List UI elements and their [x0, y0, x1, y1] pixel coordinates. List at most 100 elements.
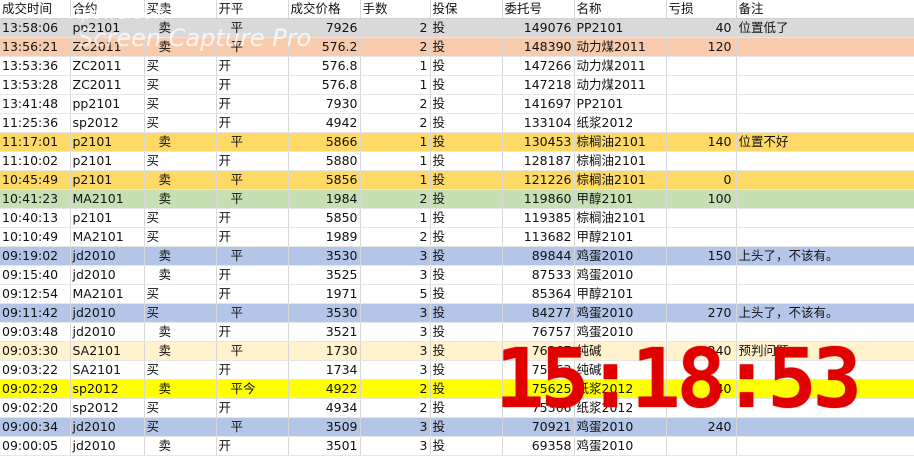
cell-price[interactable]: 5856: [288, 170, 361, 190]
cell-order-id[interactable]: 89844: [502, 246, 575, 266]
cell-price[interactable]: 7930: [288, 94, 361, 114]
table-row[interactable]: 09:11:42 jd2010 买平 3530 3 投 84277 鸡蛋2010 270 上头了，…: [0, 303, 914, 323]
cell-price[interactable]: 576.8: [288, 56, 361, 76]
cell-qty[interactable]: 3: [360, 303, 431, 323]
cell-name[interactable]: 纸浆2012: [574, 113, 667, 133]
cell-qty[interactable]: 2: [360, 379, 431, 399]
cell-name[interactable]: 纯碱: [574, 341, 667, 361]
cell-note[interactable]: [736, 151, 914, 171]
cell-name[interactable]: 甲醇2101: [574, 227, 667, 247]
cell-note[interactable]: 位置低了: [736, 18, 914, 38]
cell-hedge[interactable]: 投: [430, 37, 503, 57]
cell-price[interactable]: 3501: [288, 436, 361, 456]
cell-price[interactable]: 5850: [288, 208, 361, 228]
cell-order-id[interactable]: 148390: [502, 37, 575, 57]
cell-loss[interactable]: [666, 94, 737, 114]
cell-side[interactable]: 卖: [144, 341, 217, 361]
cell-name[interactable]: PP2101: [574, 94, 667, 114]
cell-loss[interactable]: 120: [666, 37, 737, 57]
cell-note[interactable]: [736, 170, 914, 190]
cell-loss[interactable]: [666, 436, 737, 456]
cell-contract[interactable]: sp2012: [70, 113, 145, 133]
cell-side[interactable]: 买: [144, 227, 217, 247]
cell-order-id[interactable]: 119860: [502, 189, 575, 209]
cell-hedge[interactable]: 投: [430, 265, 503, 285]
cell-contract[interactable]: p2101: [70, 151, 145, 171]
cell-order-id[interactable]: 121226: [502, 170, 575, 190]
cell-order-id[interactable]: 69358: [502, 436, 575, 456]
cell-open-close[interactable]: 开: [216, 208, 289, 228]
cell-open-close[interactable]: 平: [216, 341, 289, 361]
table-row[interactable]: 09:03:48 jd2010 卖开 3521 3 投 76757 鸡蛋2010: [0, 322, 914, 342]
cell-hedge[interactable]: 投: [430, 113, 503, 133]
cell-contract[interactable]: ZC2011: [70, 75, 145, 95]
cell-price[interactable]: 1730: [288, 341, 361, 361]
table-row[interactable]: 09:19:02 jd2010 卖平 3530 3 投 89844 鸡蛋2010 150 上头了，…: [0, 246, 914, 266]
cell-contract[interactable]: jd2010: [70, 417, 145, 437]
cell-note[interactable]: [736, 284, 914, 304]
cell-note[interactable]: [736, 37, 914, 57]
cell-note[interactable]: [736, 189, 914, 209]
cell-note[interactable]: [736, 379, 914, 399]
cell-name[interactable]: 棕榈油2101: [574, 208, 667, 228]
cell-contract[interactable]: SA2101: [70, 341, 145, 361]
cell-contract[interactable]: pp2101: [70, 94, 145, 114]
cell-qty[interactable]: 1: [360, 170, 431, 190]
table-row[interactable]: 09:12:54 MA2101 买开 1971 5 投 85364 甲醇2101: [0, 284, 914, 304]
cell-contract[interactable]: jd2010: [70, 303, 145, 323]
cell-name[interactable]: 纯碱: [574, 360, 667, 380]
cell-open-close[interactable]: 平: [216, 189, 289, 209]
cell-side[interactable]: 买: [144, 360, 217, 380]
cell-hedge[interactable]: 投: [430, 18, 503, 38]
cell-name[interactable]: PP2101: [574, 18, 667, 38]
cell-contract[interactable]: sp2012: [70, 379, 145, 399]
cell-open-close[interactable]: 开: [216, 113, 289, 133]
table-row[interactable]: 09:00:34 jd2010 买平 3509 3 投 70921 鸡蛋2010 240: [0, 417, 914, 437]
cell-price[interactable]: 3509: [288, 417, 361, 437]
table-row[interactable]: 10:45:49 p2101 卖平 5856 1 投 121226 棕榈油2101 0: [0, 170, 914, 190]
cell-note[interactable]: [736, 208, 914, 228]
header-order-id[interactable]: 委托号: [502, 0, 575, 19]
cell-qty[interactable]: 1: [360, 151, 431, 171]
cell-note[interactable]: [736, 436, 914, 456]
table-row[interactable]: 11:10:02 p2101 买开 5880 1 投 128187 棕榈油2101: [0, 151, 914, 171]
cell-note[interactable]: 位置不好: [736, 132, 914, 152]
table-row[interactable]: 11:17:01 p2101 卖平 5866 1 投 130453 棕榈油2101 140 位置不…: [0, 132, 914, 152]
cell-open-close[interactable]: 开: [216, 322, 289, 342]
table-row[interactable]: 09:02:29 sp2012 卖平今 4922 2 投 75625 纸浆2012 40: [0, 379, 914, 399]
cell-name[interactable]: 鸡蛋2010: [574, 417, 667, 437]
cell-time[interactable]: 09:15:40: [0, 265, 71, 285]
cell-loss[interactable]: [666, 360, 737, 380]
cell-loss[interactable]: [666, 75, 737, 95]
cell-name[interactable]: 棕榈油2101: [574, 151, 667, 171]
cell-loss[interactable]: 270: [666, 303, 737, 323]
header-contract[interactable]: 合约: [70, 0, 145, 19]
cell-hedge[interactable]: 投: [430, 341, 503, 361]
cell-open-close[interactable]: 开: [216, 227, 289, 247]
cell-hedge[interactable]: 投: [430, 208, 503, 228]
cell-hedge[interactable]: 投: [430, 360, 503, 380]
cell-hedge[interactable]: 投: [430, 322, 503, 342]
cell-loss[interactable]: [666, 284, 737, 304]
cell-price[interactable]: 5880: [288, 151, 361, 171]
cell-qty[interactable]: 2: [360, 398, 431, 418]
cell-note[interactable]: 上头了，不该有。: [736, 246, 914, 266]
cell-price[interactable]: 4942: [288, 113, 361, 133]
cell-contract[interactable]: ZC2011: [70, 56, 145, 76]
cell-side[interactable]: 卖: [144, 132, 217, 152]
cell-loss[interactable]: 150: [666, 246, 737, 266]
cell-hedge[interactable]: 投: [430, 75, 503, 95]
cell-order-id[interactable]: 75366: [502, 398, 575, 418]
table-row[interactable]: 09:03:22 SA2101 买开 1734 3 投 75863 纯碱: [0, 360, 914, 380]
cell-order-id[interactable]: 75863: [502, 360, 575, 380]
cell-time[interactable]: 09:19:02: [0, 246, 71, 266]
cell-name[interactable]: 鸡蛋2010: [574, 436, 667, 456]
cell-qty[interactable]: 2: [360, 189, 431, 209]
cell-time[interactable]: 13:53:36: [0, 56, 71, 76]
cell-price[interactable]: 5866: [288, 132, 361, 152]
cell-order-id[interactable]: 75625: [502, 379, 575, 399]
cell-price[interactable]: 3525: [288, 265, 361, 285]
cell-qty[interactable]: 2: [360, 94, 431, 114]
cell-name[interactable]: 甲醇2101: [574, 189, 667, 209]
cell-time[interactable]: 09:00:05: [0, 436, 71, 456]
